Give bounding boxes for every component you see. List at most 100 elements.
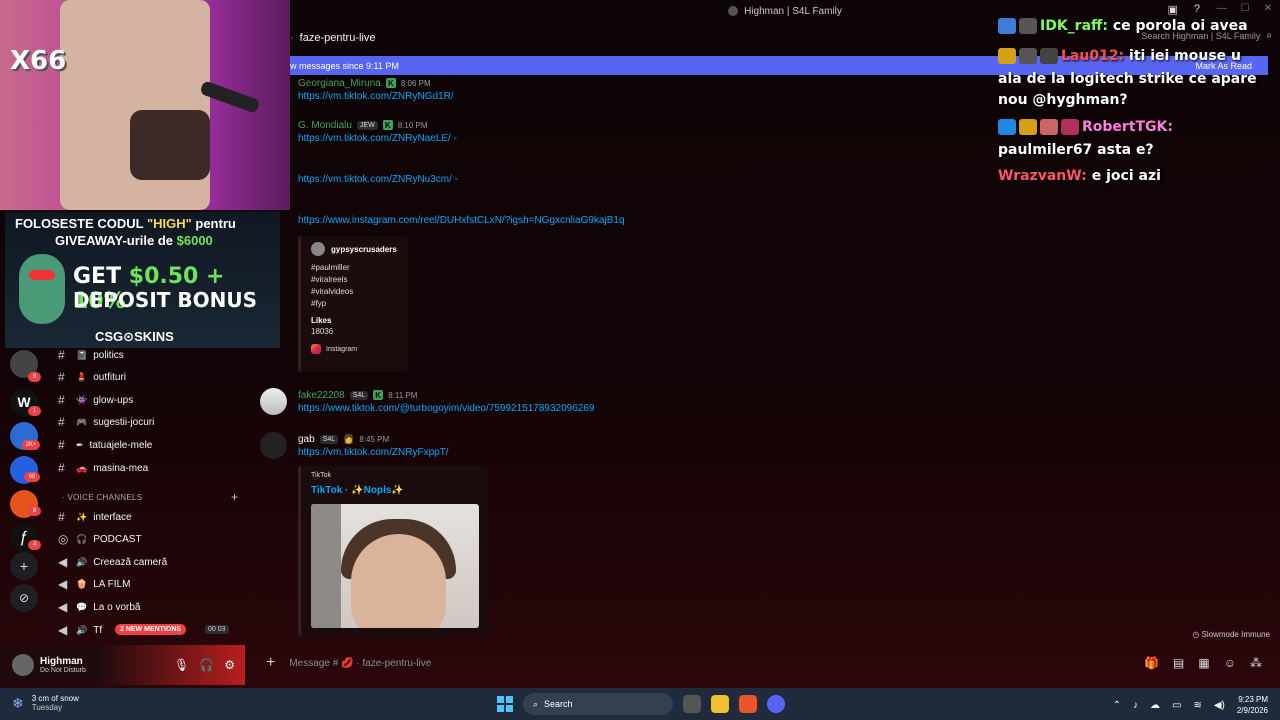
weather-widget[interactable]: ❄ 3 cm of snow Tuesday bbox=[12, 694, 79, 712]
start-button[interactable] bbox=[497, 696, 513, 712]
message-author[interactable]: gab bbox=[298, 434, 315, 445]
speaker-icon[interactable]: ♪ bbox=[1133, 700, 1138, 711]
close-button[interactable]: ✕ bbox=[1264, 3, 1272, 14]
chat-line: IDK_raff: ce porola oi avea bbox=[998, 18, 1248, 34]
promo-code: "HIGH" bbox=[146, 216, 192, 231]
taskbar-center: ⌕ Search bbox=[497, 693, 785, 715]
discord-taskbar-icon[interactable] bbox=[767, 695, 785, 713]
task-view-icon[interactable] bbox=[683, 695, 701, 713]
maximize-button[interactable]: ☐ bbox=[1241, 3, 1250, 14]
inbox-icon[interactable]: ▣ bbox=[1167, 3, 1177, 16]
promo-headline-2: DEPOSIT BONUS bbox=[73, 288, 258, 312]
voice-channel-item[interactable]: ◀ 🔊 Tf bbox=[58, 621, 102, 639]
avatar[interactable] bbox=[260, 388, 287, 415]
add-server-icon[interactable]: + bbox=[10, 552, 38, 580]
chat-user: IDK_raff: bbox=[1040, 18, 1108, 34]
speaker-icon: ◀ bbox=[58, 577, 68, 591]
voice-channel-item[interactable]: ◎ 🎧 PODCAST bbox=[58, 530, 142, 548]
channel-item[interactable]: # ✒ tatuajele-mele bbox=[58, 436, 152, 454]
voice-channels-header[interactable]: · VOICE CHANNELS bbox=[62, 493, 142, 502]
volume-icon[interactable]: ◀) bbox=[1214, 700, 1225, 711]
gift-icon[interactable]: 🎁 bbox=[1144, 656, 1159, 670]
avatar[interactable] bbox=[260, 432, 287, 459]
user-name[interactable]: Highman bbox=[40, 656, 86, 667]
chat-badge-icon bbox=[1019, 48, 1037, 64]
cloud-icon[interactable]: ☁ bbox=[1150, 700, 1160, 711]
mascot-image bbox=[19, 254, 65, 324]
chat-badge-icon bbox=[1019, 18, 1037, 34]
gear-icon[interactable]: ⚙ bbox=[224, 658, 235, 672]
message-link[interactable]: https://vm.tiktok.com/ZNRyNaeLE/ - bbox=[298, 133, 625, 144]
chat-text: e joci azi bbox=[1086, 168, 1161, 184]
file-explorer-icon[interactable] bbox=[711, 695, 729, 713]
microphone-icon[interactable]: 🎙 bbox=[174, 658, 189, 672]
channel-emoji: 🔊 bbox=[76, 556, 88, 567]
channel-item[interactable]: # 💄 outfituri bbox=[58, 368, 126, 386]
message-link[interactable]: https://vm.tiktok.com/ZNRyNu3cm/ - bbox=[298, 174, 625, 185]
voice-channel-item[interactable]: ◀ 🍿 LA FILM bbox=[58, 575, 130, 593]
channel-label: Tf bbox=[93, 624, 103, 636]
help-icon[interactable]: ? bbox=[1194, 3, 1200, 16]
embed-author[interactable]: gypsyscrusaders bbox=[331, 245, 397, 254]
channel-item[interactable]: # 🎮 sugestii-jocuri bbox=[58, 413, 154, 431]
message-author[interactable]: fake22208 bbox=[298, 390, 345, 401]
network-icon[interactable]: ▭ bbox=[1172, 700, 1181, 711]
server-rail: 8 W 1 2K+ 68 8 ƒ 4 + ⊘ bbox=[0, 348, 48, 638]
channel-item[interactable]: # ✨ interface bbox=[58, 508, 132, 526]
server-badge: 8 bbox=[28, 506, 41, 516]
channel-emoji: 💄 bbox=[76, 371, 88, 382]
embed-tag: #paulmiller bbox=[311, 263, 350, 272]
brave-browser-icon[interactable] bbox=[739, 695, 757, 713]
message-link[interactable]: https://www.tiktok.com/@turbogoyim/video… bbox=[298, 403, 594, 414]
chevron-up-icon[interactable]: ⌃ bbox=[1113, 700, 1121, 711]
crown-badge-icon bbox=[998, 48, 1016, 64]
tiktok-embed: TikTok TikTok · ✨Nopls✨ bbox=[298, 466, 488, 636]
discover-icon[interactable]: ⊘ bbox=[10, 584, 38, 612]
vc-count-b: 03 bbox=[217, 626, 226, 633]
add-channel-icon[interactable]: + bbox=[231, 490, 238, 504]
chat-line: ala de la logitech strike ce apare bbox=[998, 71, 1257, 87]
channel-item[interactable]: # 📓 politics bbox=[58, 346, 124, 364]
voice-header-label: VOICE CHANNELS bbox=[67, 493, 143, 502]
crown-badge-icon bbox=[1019, 119, 1037, 135]
message-author[interactable]: Georgiana_Miruna bbox=[298, 78, 381, 89]
message: gab S4L 👩 8:45 PM https://vm.tiktok.com/… bbox=[298, 432, 449, 459]
clock[interactable]: 9:23 PM 2/9/2026 bbox=[1237, 694, 1268, 716]
gif-icon[interactable]: ▤ bbox=[1173, 656, 1184, 670]
channel-emoji: 🚗 bbox=[76, 462, 88, 473]
embed-video-thumbnail[interactable] bbox=[311, 504, 479, 628]
channel-item[interactable]: # 🚗 masina-mea bbox=[58, 459, 148, 477]
channel-emoji: 🎮 bbox=[76, 416, 88, 427]
voice-channel-item[interactable]: ◀ 🔊 Creează cameră bbox=[58, 553, 167, 571]
sticker-icon[interactable]: ▦ bbox=[1198, 656, 1209, 670]
message-link[interactable]: https://vm.tiktok.com/ZNRyNGd1R/ bbox=[298, 91, 454, 102]
channel-item[interactable]: # 👾 glow-ups bbox=[58, 391, 133, 409]
channel-label: PODCAST bbox=[93, 533, 142, 545]
channel-dot-icon: · bbox=[290, 32, 294, 44]
promo-brand: CSG⊙SKINS bbox=[95, 329, 174, 344]
instagram-icon bbox=[311, 344, 321, 354]
message-composer[interactable]: + Message # 💋 · faze-pentru-live 🎁 ▤ ▦ ☺… bbox=[258, 650, 1280, 676]
stopwatch-icon: ◷ bbox=[1192, 630, 1202, 639]
channel-emoji: ✨ bbox=[76, 511, 88, 522]
emoji-icon[interactable]: ☺ bbox=[1224, 656, 1236, 670]
add-attachment-icon[interactable]: + bbox=[266, 654, 275, 672]
embed-title[interactable]: TikTok · ✨Nopls✨ bbox=[311, 485, 478, 496]
chat-user: WrazvanW: bbox=[998, 168, 1087, 184]
new-mentions-pill[interactable]: 2 NEW MENTIONS bbox=[115, 624, 187, 635]
webcam-label: X66 bbox=[10, 46, 67, 76]
wifi-icon[interactable]: ≋ bbox=[1193, 700, 1201, 711]
voice-channel-item[interactable]: ◀ 💬 La o vorbă bbox=[58, 598, 140, 616]
message-author[interactable]: G. Mondialu bbox=[298, 120, 352, 131]
message-link[interactable]: https://vm.tiktok.com/ZNRyFxppT/ bbox=[298, 447, 449, 458]
new-messages-text: w messages since 9:11 PM bbox=[290, 60, 399, 71]
slowmode-indicator: ◷ Slowmode Immune bbox=[1192, 630, 1270, 639]
message-link[interactable]: https://www.instagram.com/reel/DUHxfstCL… bbox=[298, 215, 625, 226]
apps-icon[interactable]: ⁂ bbox=[1250, 656, 1262, 670]
headphones-icon[interactable]: 🎧 bbox=[199, 658, 214, 672]
avatar[interactable] bbox=[12, 654, 34, 676]
taskbar-search[interactable]: ⌕ Search bbox=[523, 693, 673, 715]
minimize-button[interactable]: — bbox=[1217, 3, 1227, 14]
chat-text: ce porola oi avea bbox=[1107, 18, 1248, 34]
user-tag: S4L bbox=[319, 434, 339, 444]
